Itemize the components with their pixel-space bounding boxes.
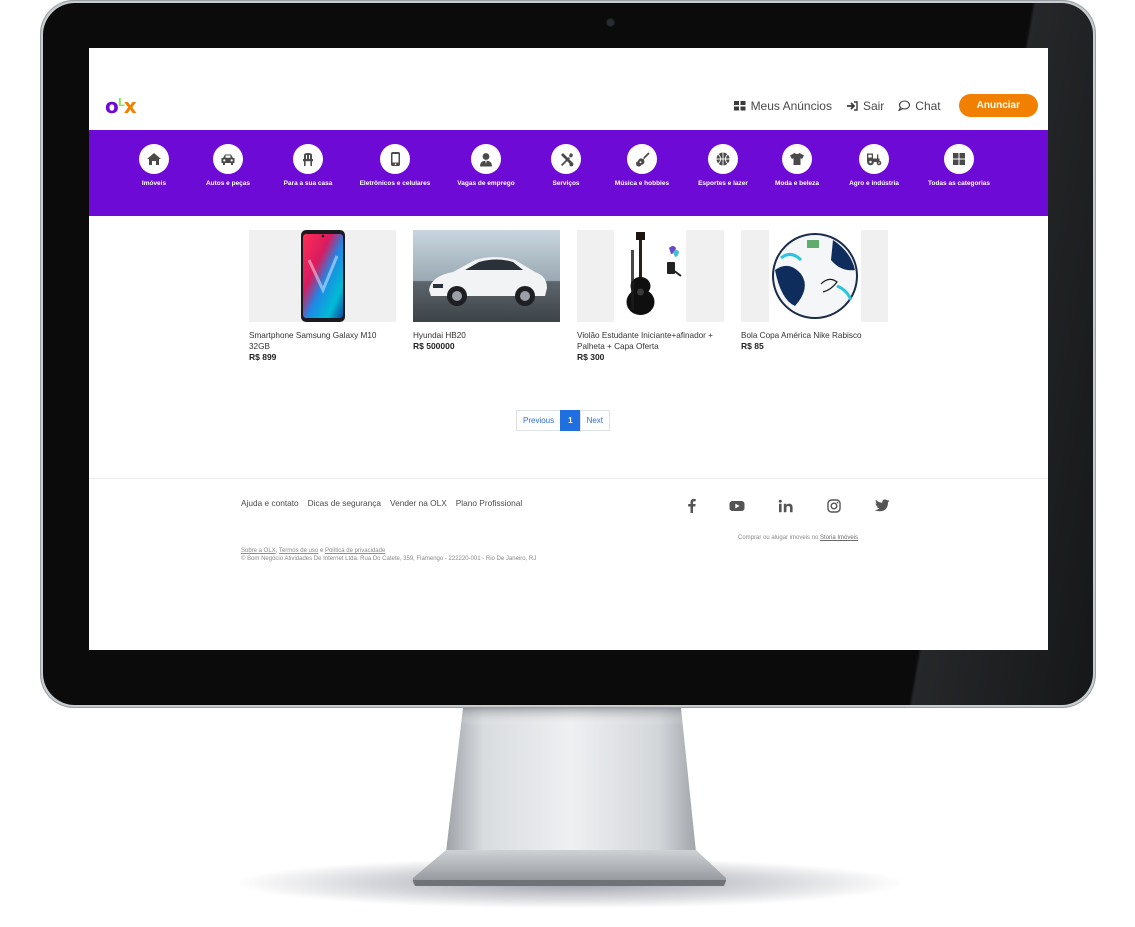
category-vagas[interactable]: Vagas de emprego xyxy=(446,144,526,187)
category-label: Vagas de emprego xyxy=(457,180,515,187)
product-price: R$ 500000 xyxy=(413,341,455,351)
sign-out-icon xyxy=(846,100,858,111)
chat-bubble-icon xyxy=(898,100,911,111)
monitor-stand xyxy=(412,708,727,886)
product-image-guitar xyxy=(577,230,724,322)
pagination: Previous 1 Next xyxy=(516,410,611,431)
category-agro[interactable]: Agro e indústria xyxy=(840,144,908,187)
previous-page-button[interactable]: Previous xyxy=(516,410,562,431)
product-price: R$ 300 xyxy=(577,352,605,362)
category-label: Todas as categorias xyxy=(927,180,991,187)
next-page-button[interactable]: Next xyxy=(579,410,611,431)
page-1-button[interactable]: 1 xyxy=(560,410,581,431)
top-nav: Meus Anúncios Sair Chat Anunciar xyxy=(733,94,1038,117)
basketball-icon xyxy=(708,144,738,174)
product-grid: Smartphone Samsung Galaxy M10 32GB R$ 89… xyxy=(249,230,888,363)
product-price: R$ 85 xyxy=(741,341,764,351)
category-label: Para a sua casa xyxy=(283,180,333,187)
legal-separator: e xyxy=(318,548,325,554)
grid-icon xyxy=(944,144,974,174)
copyright-text: © Bom Negócio Atividades De Internet Ltd… xyxy=(241,556,537,562)
footer-link-seguranca[interactable]: Dicas de segurança xyxy=(308,498,381,508)
footer-link-ajuda[interactable]: Ajuda e contato xyxy=(241,498,299,508)
phone-icon xyxy=(380,144,410,174)
product-card[interactable]: Smartphone Samsung Galaxy M10 32GB R$ 89… xyxy=(249,230,396,363)
sobre-olx-link[interactable]: Sobre a OLX xyxy=(241,548,276,554)
category-list: Imóveis Autos e peças Para a sua casa El… xyxy=(127,144,1000,187)
facebook-icon[interactable] xyxy=(687,498,696,518)
chat-label: Chat xyxy=(915,98,941,113)
social-links xyxy=(687,498,890,518)
meus-anuncios-link[interactable]: Meus Anúncios xyxy=(733,98,832,113)
footer-link-vender[interactable]: Vender na OLX xyxy=(390,498,447,508)
imoveis-text: Comprar ou alugar imoveis no xyxy=(738,535,821,541)
tools-icon xyxy=(551,144,581,174)
home-icon xyxy=(139,144,169,174)
category-moda[interactable]: Moda e beleza xyxy=(766,144,828,187)
category-eletronicos[interactable]: Eletrônicos e celulares xyxy=(348,144,442,187)
site-header: oLx Meus Anúncios Sair Chat Anunciar xyxy=(89,48,1048,130)
grid-icon xyxy=(733,100,746,110)
footer-divider xyxy=(89,478,1048,479)
category-servicos[interactable]: Serviços xyxy=(536,144,596,187)
sair-link[interactable]: Sair xyxy=(846,99,884,113)
anunciar-button[interactable]: Anunciar xyxy=(958,94,1038,117)
footer-links: Ajuda e contato Dicas de segurança Vende… xyxy=(241,498,522,508)
footer-link-plano[interactable]: Plano Profissional xyxy=(456,498,522,508)
screen: oLx Meus Anúncios Sair Chat Anunciar Imó… xyxy=(89,48,1048,650)
product-image-car xyxy=(413,230,560,322)
product-title: Hyundai HB20 xyxy=(413,331,466,340)
worker-icon xyxy=(471,144,501,174)
tractor-icon xyxy=(859,144,889,174)
logo-o: o xyxy=(105,94,119,118)
category-autos[interactable]: Autos e peças xyxy=(190,144,266,187)
sair-label: Sair xyxy=(862,98,885,113)
guitar-icon xyxy=(627,144,657,174)
termos-de-uso-link[interactable]: Termos de uso xyxy=(279,548,318,554)
logo-x: x xyxy=(123,94,137,118)
category-musica[interactable]: Música e hobbies xyxy=(604,144,680,187)
product-card[interactable]: Hyundai HB20 R$ 500000 xyxy=(413,230,560,363)
category-casa[interactable]: Para a sua casa xyxy=(272,144,344,187)
legal-text: Sobre a OLX, Termos de uso e Política de… xyxy=(241,547,536,563)
product-price: R$ 899 xyxy=(249,352,277,362)
olx-logo[interactable]: oLx xyxy=(105,94,137,118)
category-label: Eletrônicos e celulares xyxy=(359,180,431,187)
meus-anuncios-label: Meus Anúncios xyxy=(750,98,832,113)
product-image-ball xyxy=(741,230,888,322)
product-card[interactable]: Bola Copa América Nike Rabisco R$ 85 xyxy=(741,230,888,363)
chat-link[interactable]: Chat xyxy=(898,98,941,113)
category-label: Imóveis xyxy=(141,180,167,187)
twitter-icon[interactable] xyxy=(874,499,890,517)
category-bar: Imóveis Autos e peças Para a sua casa El… xyxy=(89,130,1048,216)
category-esportes[interactable]: Esportes e lazer xyxy=(686,144,760,187)
product-title: Smartphone Samsung Galaxy M10 32GB xyxy=(249,331,377,351)
imoveis-promo: Comprar ou alugar imoveis no Storia Imóv… xyxy=(738,535,858,541)
linkedin-icon[interactable] xyxy=(778,499,794,518)
shirt-icon xyxy=(782,144,812,174)
youtube-icon[interactable] xyxy=(729,499,745,517)
category-label: Agro e indústria xyxy=(849,180,899,187)
product-title: Bola Copa América Nike Rabisco xyxy=(741,331,862,340)
category-label: Autos e peças xyxy=(205,180,251,187)
storia-imoveis-link[interactable]: Storia Imóveis xyxy=(820,535,858,541)
category-label: Serviços xyxy=(552,180,580,187)
privacidade-link[interactable]: Política de privacidade xyxy=(325,548,385,554)
product-image-phone xyxy=(249,230,396,322)
category-todas[interactable]: Todas as categorias xyxy=(918,144,1000,187)
category-label: Esportes e lazer xyxy=(698,180,748,187)
chair-icon xyxy=(293,144,323,174)
category-imoveis[interactable]: Imóveis xyxy=(127,144,181,187)
category-label: Moda e beleza xyxy=(774,180,820,187)
webcam xyxy=(607,19,614,26)
product-card[interactable]: Violão Estudante Iniciante+afinador + Pa… xyxy=(577,230,724,363)
category-label: Música e hobbies xyxy=(614,180,670,187)
instagram-icon[interactable] xyxy=(827,498,841,518)
product-title: Violão Estudante Iniciante+afinador + Pa… xyxy=(577,331,713,351)
car-icon xyxy=(213,144,243,174)
